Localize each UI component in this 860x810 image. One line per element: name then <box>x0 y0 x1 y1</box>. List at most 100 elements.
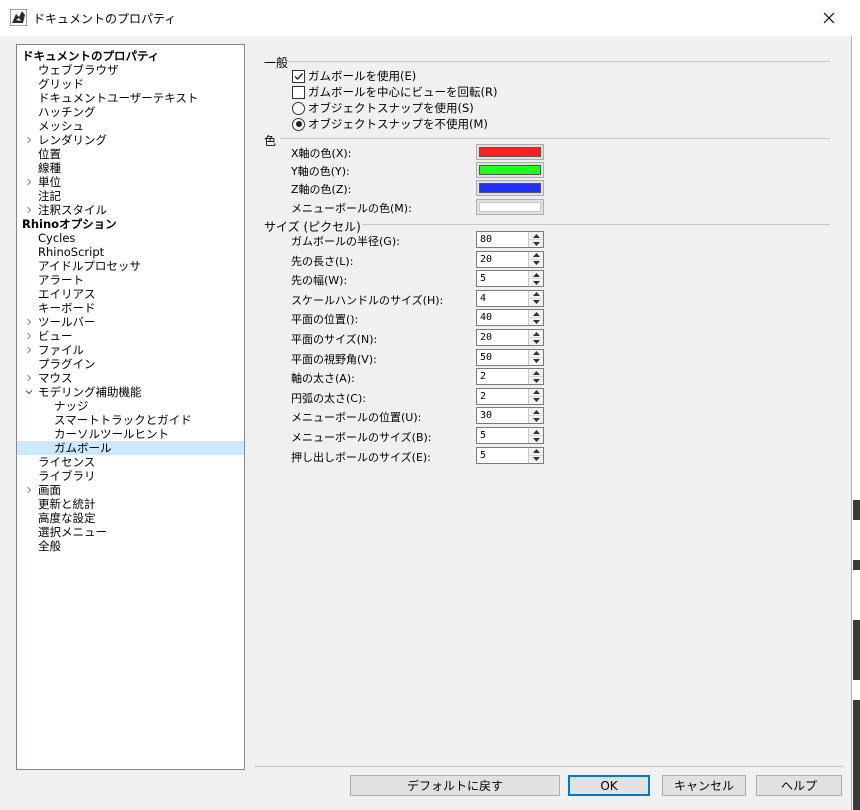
chevron-right-icon[interactable] <box>24 329 34 343</box>
tree-item[interactable]: 注記 <box>17 189 244 203</box>
size-spinner[interactable]: 5 <box>476 270 544 288</box>
spin-up-icon[interactable] <box>529 349 543 358</box>
size-spinner[interactable]: 30 <box>476 407 544 425</box>
options-tree[interactable]: ドキュメントのプロパティ ウェブブラウザ グリッド ドキュメントユーザーテキスト ハッチ… <box>16 44 245 770</box>
tree-item[interactable]: ウェブブラウザ <box>17 63 244 77</box>
tree-item[interactable]: ハッチング <box>17 105 244 119</box>
tree-item[interactable]: プラグイン <box>17 357 244 371</box>
tree-item[interactable]: RhinoScript <box>17 245 244 259</box>
spin-up-icon[interactable] <box>529 310 543 319</box>
size-spinner[interactable]: 80 <box>476 231 544 248</box>
tree-item[interactable]: キーボード <box>17 301 244 315</box>
spin-up-icon[interactable] <box>529 388 543 397</box>
spin-down-icon[interactable] <box>529 357 543 365</box>
size-value[interactable]: 5 <box>477 428 528 443</box>
spin-down-icon[interactable] <box>529 416 543 424</box>
size-value[interactable]: 20 <box>477 330 528 345</box>
color-swatch-button[interactable] <box>476 162 544 178</box>
spin-down-icon[interactable] <box>529 455 543 463</box>
use-gumball-checkbox[interactable] <box>292 69 305 83</box>
spin-up-icon[interactable] <box>529 251 543 260</box>
tree-item[interactable]: 位置 <box>17 147 244 161</box>
tree-item[interactable]: Cycles <box>17 231 244 245</box>
size-value[interactable]: 20 <box>477 252 528 267</box>
tree-item[interactable]: アイドルプロセッサ <box>17 259 244 273</box>
tree-item[interactable]: 選択メニュー <box>17 525 244 539</box>
size-spinner[interactable]: 5 <box>476 427 544 444</box>
restore-defaults-button[interactable]: デフォルトに戻す <box>350 775 560 796</box>
size-value[interactable]: 2 <box>477 389 528 404</box>
size-spinner[interactable]: 20 <box>476 250 544 268</box>
tree-item[interactable]: ライブラリ <box>17 469 244 483</box>
cancel-button[interactable]: キャンセル <box>662 775 746 796</box>
tree-item[interactable]: マウス <box>17 371 244 385</box>
chevron-right-icon[interactable] <box>24 371 34 385</box>
rotate-view-checkbox[interactable] <box>292 85 305 99</box>
spin-up-icon[interactable] <box>529 408 543 417</box>
size-spinner[interactable]: 2 <box>476 387 544 405</box>
size-spinner[interactable]: 4 <box>476 289 544 307</box>
spin-up-icon[interactable] <box>529 232 543 240</box>
chevron-right-icon[interactable] <box>24 483 34 497</box>
spin-down-icon[interactable] <box>529 318 543 326</box>
spin-down-icon[interactable] <box>529 377 543 385</box>
tree-item[interactable]: ドキュメントユーザーテキスト <box>17 91 244 105</box>
spin-up-icon[interactable] <box>529 330 543 338</box>
tree-item[interactable]: 画面 <box>17 483 244 497</box>
tree-item[interactable]: ツールバー <box>17 315 244 329</box>
color-swatch-button[interactable] <box>476 199 544 215</box>
tree-item[interactable]: グリッド <box>17 77 244 91</box>
spin-down-icon[interactable] <box>529 279 543 287</box>
size-spinner[interactable]: 2 <box>476 368 544 386</box>
use-gumball-option[interactable]: ガムボールを使用(E) <box>292 69 416 83</box>
tree-item[interactable]: ガムボール <box>17 441 244 455</box>
size-value[interactable]: 50 <box>477 350 528 365</box>
no-osnap-option[interactable]: オブジェクトスナップを不使用(M) <box>292 117 488 131</box>
tree-item[interactable]: カーソルツールヒント <box>17 427 244 441</box>
size-spinner[interactable]: 50 <box>476 348 544 366</box>
tree-item[interactable]: 単位 <box>17 175 244 189</box>
tree-item[interactable]: ナッジ <box>17 399 244 413</box>
spin-down-icon[interactable] <box>529 298 543 306</box>
spin-up-icon[interactable] <box>529 428 543 436</box>
spin-down-icon[interactable] <box>529 436 543 443</box>
size-spinner[interactable]: 20 <box>476 329 544 346</box>
tree-item[interactable]: スマートトラックとガイド <box>17 413 244 427</box>
chevron-right-icon[interactable] <box>24 315 34 329</box>
chevron-right-icon[interactable] <box>24 175 34 189</box>
no-osnap-radio[interactable] <box>292 117 305 131</box>
tree-item[interactable]: ライセンス <box>17 455 244 469</box>
help-button[interactable]: ヘルプ <box>756 775 842 796</box>
spin-down-icon[interactable] <box>529 396 543 404</box>
tree-item[interactable]: レンダリング <box>17 133 244 147</box>
spin-down-icon[interactable] <box>529 338 543 345</box>
size-value[interactable]: 5 <box>477 271 528 286</box>
tree-item[interactable]: ドキュメントのプロパティ <box>17 49 244 63</box>
chevron-right-icon[interactable] <box>24 133 34 147</box>
spin-down-icon[interactable] <box>529 240 543 247</box>
tree-item[interactable]: モデリング補助機能 <box>17 385 244 399</box>
color-swatch-button[interactable] <box>476 180 544 196</box>
rotate-view-option[interactable]: ガムボールを中心にビューを回転(R) <box>292 85 497 99</box>
size-value[interactable]: 4 <box>477 291 528 306</box>
spin-up-icon[interactable] <box>529 369 543 378</box>
size-spinner[interactable]: 40 <box>476 309 544 327</box>
ok-button[interactable]: OK <box>568 775 650 796</box>
spin-up-icon[interactable] <box>529 271 543 280</box>
color-swatch-button[interactable] <box>476 144 544 160</box>
tree-item[interactable]: アラート <box>17 273 244 287</box>
size-value[interactable]: 30 <box>477 408 528 423</box>
size-value[interactable]: 2 <box>477 369 528 384</box>
spin-up-icon[interactable] <box>529 290 543 299</box>
tree-item[interactable]: ビュー <box>17 329 244 343</box>
spin-up-icon[interactable] <box>529 447 543 456</box>
size-value[interactable]: 5 <box>477 448 528 463</box>
chevron-right-icon[interactable] <box>24 203 34 217</box>
use-osnap-option[interactable]: オブジェクトスナップを使用(S) <box>292 101 474 115</box>
chevron-right-icon[interactable] <box>24 343 34 357</box>
tree-item[interactable]: 高度な設定 <box>17 511 244 525</box>
spin-down-icon[interactable] <box>529 259 543 267</box>
close-button[interactable] <box>806 0 852 36</box>
tree-item[interactable]: 線種 <box>17 161 244 175</box>
tree-item[interactable]: メッシュ <box>17 119 244 133</box>
